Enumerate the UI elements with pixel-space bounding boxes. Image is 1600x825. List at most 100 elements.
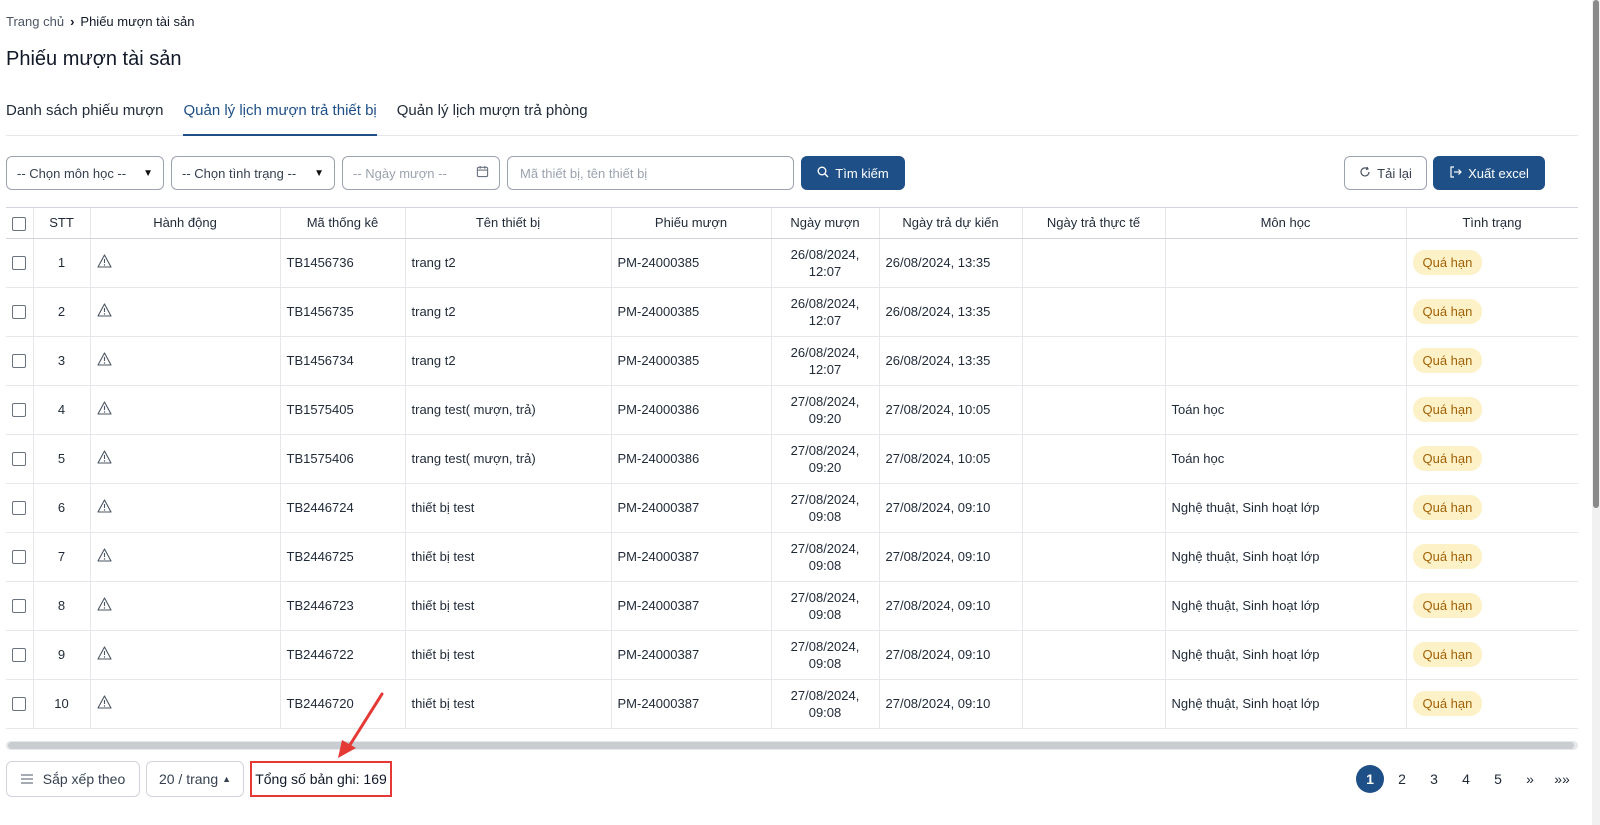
- row-borrow-date: 27/08/2024, 09:08: [771, 581, 880, 631]
- warning-triangle-icon[interactable]: [96, 499, 112, 516]
- row-checkbox[interactable]: [6, 532, 34, 582]
- borrow-time-line: 12:07: [808, 361, 842, 377]
- row-due-date: 27/08/2024, 09:10: [879, 630, 1023, 680]
- row-actions: [90, 581, 281, 631]
- row-borrow-date: 26/08/2024, 12:07: [771, 287, 880, 337]
- warning-triangle-icon[interactable]: [96, 401, 112, 418]
- column-header[interactable]: Ngày trả dự kiến: [879, 208, 1023, 239]
- row-checkbox[interactable]: [6, 238, 34, 288]
- row-due-date: 26/08/2024, 13:35: [879, 336, 1023, 386]
- vertical-scrollbar[interactable]: [1592, 0, 1600, 825]
- row-ticket: PM-24000385: [611, 336, 772, 386]
- borrow-date-input[interactable]: -- Ngày mượn --: [342, 156, 500, 190]
- warning-triangle-icon[interactable]: [96, 597, 112, 614]
- table-row[interactable]: 2 TB1456735 trang t2 PM-24000385 26/08/2024,…: [6, 287, 1578, 337]
- column-header[interactable]: Mã thống kê: [280, 208, 406, 239]
- page-5[interactable]: 5: [1482, 764, 1514, 794]
- row-checkbox[interactable]: [6, 336, 34, 386]
- tab-device-schedule[interactable]: Quản lý lịch mượn trả thiết bị: [183, 100, 377, 136]
- last-page-button[interactable]: »»: [1546, 764, 1578, 794]
- search-input[interactable]: Mã thiết bị, tên thiết bị: [507, 156, 794, 190]
- row-checkbox[interactable]: [6, 630, 34, 680]
- column-header[interactable]: Ngày trả thực tế: [1022, 208, 1166, 239]
- row-status: Quá hạn: [1406, 434, 1578, 484]
- column-header[interactable]: STT: [33, 208, 91, 239]
- row-subject: Nghệ thuật, Sinh hoạt lớp: [1165, 581, 1407, 631]
- next-page-button[interactable]: »: [1514, 764, 1546, 794]
- table-row[interactable]: 8 TB2446723 thiết bị test PM-24000387 27/08/…: [6, 581, 1578, 631]
- table-row[interactable]: 9 TB2446722 thiết bị test PM-24000387 27/08/…: [6, 630, 1578, 680]
- column-header[interactable]: Tên thiết bị: [405, 208, 612, 239]
- refresh-icon: [1359, 166, 1371, 181]
- page-2[interactable]: 2: [1386, 764, 1418, 794]
- column-header[interactable]: Môn học: [1165, 208, 1407, 239]
- export-icon: [1449, 165, 1462, 181]
- page-4[interactable]: 4: [1450, 764, 1482, 794]
- row-code: TB2446723: [280, 581, 406, 631]
- row-returned-date: [1022, 434, 1166, 484]
- row-checkbox[interactable]: [6, 434, 34, 484]
- row-subject: Toán học: [1165, 385, 1407, 435]
- row-subject: Nghệ thuật, Sinh hoạt lớp: [1165, 630, 1407, 680]
- table-row[interactable]: 4 TB1575405 trang test( mượn, trả) PM-24000…: [6, 385, 1578, 435]
- breadcrumb-home[interactable]: Trang chủ: [6, 14, 64, 29]
- subject-select[interactable]: -- Chọn môn học -- ▼: [6, 156, 164, 190]
- search-icon: [817, 166, 829, 181]
- warning-triangle-icon[interactable]: [96, 548, 112, 565]
- row-borrow-date: 27/08/2024, 09:20: [771, 385, 880, 435]
- warning-triangle-icon[interactable]: [96, 450, 112, 467]
- table-row[interactable]: 3 TB1456734 trang t2 PM-24000385 26/08/2024,…: [6, 336, 1578, 386]
- status-select[interactable]: -- Chọn tình trạng -- ▼: [171, 156, 335, 190]
- row-borrow-date: 26/08/2024, 12:07: [771, 336, 880, 386]
- row-actions: [90, 630, 281, 680]
- row-returned-date: [1022, 483, 1166, 533]
- row-checkbox[interactable]: [6, 385, 34, 435]
- select-all-checkbox[interactable]: [6, 208, 34, 239]
- status-badge: Quá hạn: [1412, 348, 1483, 373]
- status-badge: Quá hạn: [1412, 495, 1483, 520]
- row-device-name: thiết bị test: [405, 483, 612, 533]
- row-ticket: PM-24000387: [611, 532, 772, 582]
- row-returned-date: [1022, 287, 1166, 337]
- warning-triangle-icon[interactable]: [96, 303, 112, 320]
- row-subject: [1165, 287, 1407, 337]
- table-header-row: STT Hành động Mã thống kê Tên thiết bị P…: [6, 208, 1578, 239]
- horizontal-scrollbar[interactable]: [6, 741, 1578, 750]
- tab-loan-list[interactable]: Danh sách phiếu mượn: [6, 100, 163, 136]
- status-badge: Quá hạn: [1412, 397, 1483, 422]
- page-3[interactable]: 3: [1418, 764, 1450, 794]
- sort-button[interactable]: Sắp xếp theo: [6, 761, 140, 797]
- warning-triangle-icon[interactable]: [96, 646, 112, 663]
- reload-button[interactable]: Tải lại: [1344, 156, 1427, 190]
- column-header[interactable]: Hành động: [90, 208, 281, 239]
- search-button[interactable]: Tìm kiếm: [801, 156, 905, 190]
- table-row[interactable]: 10 TB2446720 thiết bị test PM-24000387 27/08…: [6, 679, 1578, 729]
- table-row[interactable]: 7 TB2446725 thiết bị test PM-24000387 27/08/…: [6, 532, 1578, 582]
- row-checkbox[interactable]: [6, 287, 34, 337]
- row-subject: Nghệ thuật, Sinh hoạt lớp: [1165, 483, 1407, 533]
- warning-triangle-icon[interactable]: [96, 695, 112, 712]
- row-checkbox[interactable]: [6, 581, 34, 631]
- search-button-label: Tìm kiếm: [835, 165, 889, 181]
- warning-triangle-icon[interactable]: [96, 352, 112, 369]
- page-size-select[interactable]: 20 / trang ▲: [146, 761, 244, 797]
- borrow-date-line: 27/08/2024,: [790, 638, 860, 654]
- tab-room-schedule[interactable]: Quản lý lịch mượn trả phòng: [397, 100, 588, 136]
- status-badge: Quá hạn: [1412, 250, 1483, 275]
- borrow-date-line: 27/08/2024,: [790, 491, 860, 507]
- page-1[interactable]: 1: [1354, 764, 1386, 794]
- column-header[interactable]: Tình trạng: [1406, 208, 1578, 239]
- table-row[interactable]: 1 TB1456736 trang t2 PM-24000385 26/08/2024,…: [6, 238, 1578, 288]
- row-checkbox[interactable]: [6, 679, 34, 729]
- row-device-name: trang t2: [405, 287, 612, 337]
- table-row[interactable]: 5 TB1575406 trang test( mượn, trả) PM-24000…: [6, 434, 1578, 484]
- borrow-date-line: 27/08/2024,: [790, 393, 860, 409]
- borrow-time-line: 09:08: [808, 704, 842, 720]
- export-excel-button[interactable]: Xuất excel: [1433, 156, 1545, 190]
- row-checkbox[interactable]: [6, 483, 34, 533]
- warning-triangle-icon[interactable]: [96, 254, 112, 271]
- column-header[interactable]: Phiếu mượn: [611, 208, 772, 239]
- column-header[interactable]: Ngày mượn: [771, 208, 880, 239]
- row-due-date: 27/08/2024, 09:10: [879, 679, 1023, 729]
- table-row[interactable]: 6 TB2446724 thiết bị test PM-24000387 27/08/…: [6, 483, 1578, 533]
